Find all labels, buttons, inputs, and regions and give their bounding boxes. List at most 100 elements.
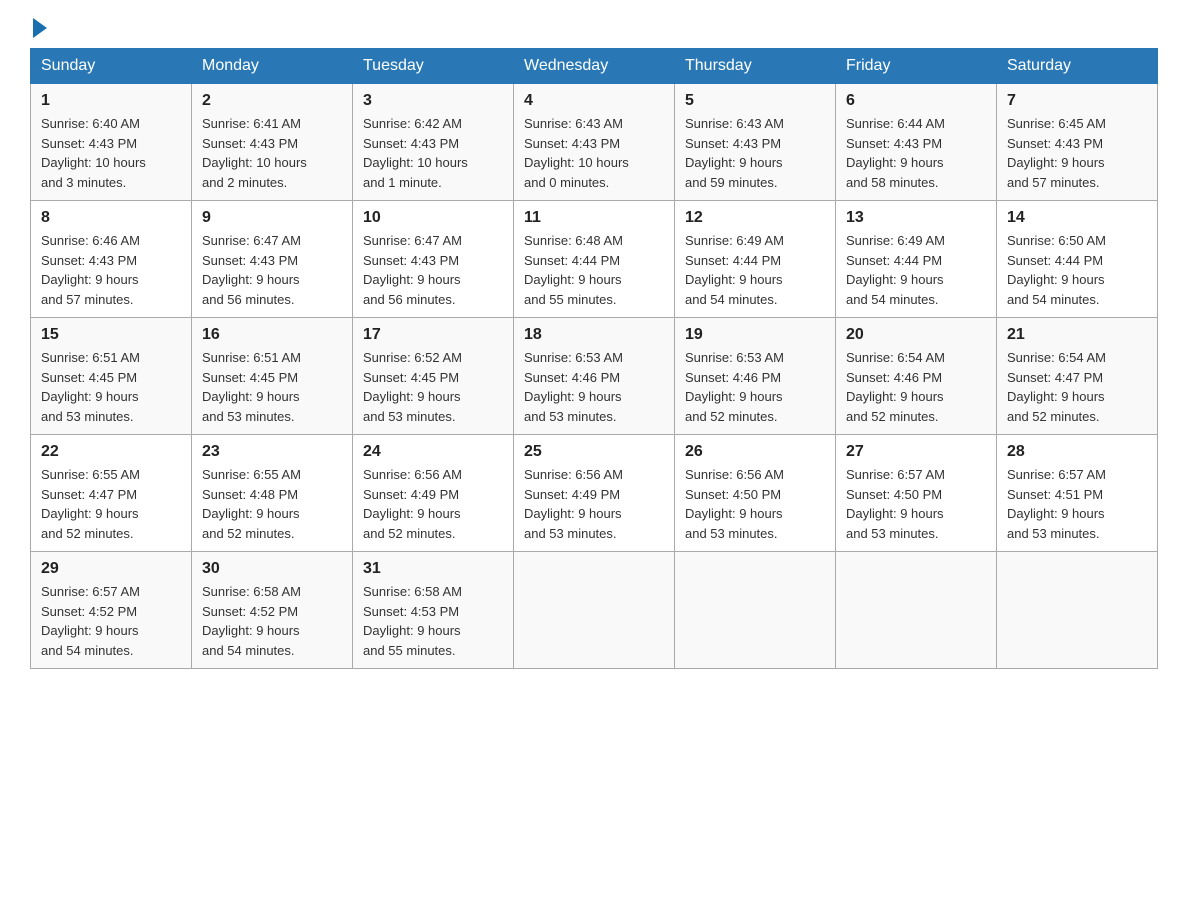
calendar-cell: 2Sunrise: 6:41 AMSunset: 4:43 PMDaylight… <box>192 84 353 201</box>
calendar-cell <box>514 552 675 669</box>
day-number: 13 <box>846 209 986 227</box>
day-number: 21 <box>1007 326 1147 344</box>
calendar-cell: 5 Sunrise: 6:43 AMSunset: 4:43 PMDaylight… <box>675 84 836 201</box>
calendar-cell: 30 Sunrise: 6:58 AMSunset: 4:52 PMDayligh… <box>192 552 353 669</box>
day-info: Sunrise: 6:49 AMSunset: 4:44 PMDaylight:… <box>846 231 986 309</box>
day-info: Sunrise: 6:50 AMSunset: 4:44 PMDaylight:… <box>1007 231 1147 309</box>
day-number: 22 <box>41 443 181 461</box>
calendar-cell: 9 Sunrise: 6:47 AMSunset: 4:43 PMDaylight… <box>192 201 353 318</box>
day-info: Sunrise: 6:47 AMSunset: 4:43 PMDaylight:… <box>363 231 503 309</box>
day-info: Sunrise: 6:58 AMSunset: 4:52 PMDaylight:… <box>202 582 342 660</box>
calendar-week-row: 1 Sunrise: 6:40 AMSunset: 4:43 PMDaylight… <box>31 84 1158 201</box>
calendar-cell: 19Sunrise: 6:53 AMSunset: 4:46 PMDayligh… <box>675 318 836 435</box>
day-info: Sunrise: 6:49 AMSunset: 4:44 PMDaylight:… <box>685 231 825 309</box>
calendar-cell: 20 Sunrise: 6:54 AMSunset: 4:46 PMDayligh… <box>836 318 997 435</box>
day-info: Sunrise: 6:57 AMSunset: 4:50 PMDaylight:… <box>846 465 986 543</box>
day-info: Sunrise: 6:54 AMSunset: 4:46 PMDaylight:… <box>846 348 986 426</box>
day-info: Sunrise: 6:55 AMSunset: 4:47 PMDaylight:… <box>41 465 181 543</box>
day-number: 15 <box>41 326 181 344</box>
logo-triangle-icon <box>33 18 47 38</box>
calendar-cell: 21 Sunrise: 6:54 AMSunset: 4:47 PMDayligh… <box>997 318 1158 435</box>
day-number: 18 <box>524 326 664 344</box>
calendar-cell: 27 Sunrise: 6:57 AMSunset: 4:50 PMDayligh… <box>836 435 997 552</box>
calendar-cell: 16 Sunrise: 6:51 AMSunset: 4:45 PMDayligh… <box>192 318 353 435</box>
day-info: Sunrise: 6:40 AMSunset: 4:43 PMDaylight:… <box>41 114 181 192</box>
calendar-cell: 12Sunrise: 6:49 AMSunset: 4:44 PMDayligh… <box>675 201 836 318</box>
day-info: Sunrise: 6:57 AMSunset: 4:51 PMDaylight:… <box>1007 465 1147 543</box>
day-info: Sunrise: 6:56 AMSunset: 4:50 PMDaylight:… <box>685 465 825 543</box>
day-number: 25 <box>524 443 664 461</box>
calendar-cell <box>997 552 1158 669</box>
day-info: Sunrise: 6:51 AMSunset: 4:45 PMDaylight:… <box>202 348 342 426</box>
logo <box>30 20 47 38</box>
day-info: Sunrise: 6:53 AMSunset: 4:46 PMDaylight:… <box>524 348 664 426</box>
day-number: 9 <box>202 209 342 227</box>
calendar-cell <box>675 552 836 669</box>
day-info: Sunrise: 6:54 AMSunset: 4:47 PMDaylight:… <box>1007 348 1147 426</box>
day-number: 4 <box>524 92 664 110</box>
day-number: 6 <box>846 92 986 110</box>
day-info: Sunrise: 6:48 AMSunset: 4:44 PMDaylight:… <box>524 231 664 309</box>
day-number: 7 <box>1007 92 1147 110</box>
calendar-cell: 24Sunrise: 6:56 AMSunset: 4:49 PMDayligh… <box>353 435 514 552</box>
day-number: 27 <box>846 443 986 461</box>
calendar-cell: 1 Sunrise: 6:40 AMSunset: 4:43 PMDaylight… <box>31 84 192 201</box>
calendar-cell: 13 Sunrise: 6:49 AMSunset: 4:44 PMDayligh… <box>836 201 997 318</box>
calendar-week-row: 22 Sunrise: 6:55 AMSunset: 4:47 PMDayligh… <box>31 435 1158 552</box>
day-info: Sunrise: 6:55 AMSunset: 4:48 PMDaylight:… <box>202 465 342 543</box>
calendar-cell: 18 Sunrise: 6:53 AMSunset: 4:46 PMDayligh… <box>514 318 675 435</box>
calendar-cell: 14 Sunrise: 6:50 AMSunset: 4:44 PMDayligh… <box>997 201 1158 318</box>
calendar-cell: 22 Sunrise: 6:55 AMSunset: 4:47 PMDayligh… <box>31 435 192 552</box>
calendar-cell: 23 Sunrise: 6:55 AMSunset: 4:48 PMDayligh… <box>192 435 353 552</box>
col-header-saturday: Saturday <box>997 49 1158 84</box>
day-number: 31 <box>363 560 503 578</box>
day-number: 30 <box>202 560 342 578</box>
calendar-cell: 31 Sunrise: 6:58 AMSunset: 4:53 PMDayligh… <box>353 552 514 669</box>
day-info: Sunrise: 6:44 AMSunset: 4:43 PMDaylight:… <box>846 114 986 192</box>
col-header-tuesday: Tuesday <box>353 49 514 84</box>
calendar-cell: 25Sunrise: 6:56 AMSunset: 4:49 PMDayligh… <box>514 435 675 552</box>
day-number: 5 <box>685 92 825 110</box>
col-header-sunday: Sunday <box>31 49 192 84</box>
calendar-table: SundayMondayTuesdayWednesdayThursdayFrid… <box>30 48 1158 669</box>
day-info: Sunrise: 6:45 AMSunset: 4:43 PMDaylight:… <box>1007 114 1147 192</box>
col-header-monday: Monday <box>192 49 353 84</box>
calendar-cell: 4 Sunrise: 6:43 AMSunset: 4:43 PMDaylight… <box>514 84 675 201</box>
calendar-cell: 28Sunrise: 6:57 AMSunset: 4:51 PMDayligh… <box>997 435 1158 552</box>
calendar-cell: 6 Sunrise: 6:44 AMSunset: 4:43 PMDaylight… <box>836 84 997 201</box>
day-number: 8 <box>41 209 181 227</box>
day-number: 3 <box>363 92 503 110</box>
col-header-thursday: Thursday <box>675 49 836 84</box>
day-info: Sunrise: 6:52 AMSunset: 4:45 PMDaylight:… <box>363 348 503 426</box>
day-info: Sunrise: 6:57 AMSunset: 4:52 PMDaylight:… <box>41 582 181 660</box>
calendar-header-row: SundayMondayTuesdayWednesdayThursdayFrid… <box>31 49 1158 84</box>
day-number: 23 <box>202 443 342 461</box>
day-number: 11 <box>524 209 664 227</box>
day-info: Sunrise: 6:53 AMSunset: 4:46 PMDaylight:… <box>685 348 825 426</box>
col-header-friday: Friday <box>836 49 997 84</box>
calendar-cell: 8 Sunrise: 6:46 AMSunset: 4:43 PMDaylight… <box>31 201 192 318</box>
day-number: 26 <box>685 443 825 461</box>
calendar-week-row: 8 Sunrise: 6:46 AMSunset: 4:43 PMDaylight… <box>31 201 1158 318</box>
calendar-cell <box>836 552 997 669</box>
day-number: 20 <box>846 326 986 344</box>
day-info: Sunrise: 6:41 AMSunset: 4:43 PMDaylight:… <box>202 114 342 192</box>
calendar-cell: 3Sunrise: 6:42 AMSunset: 4:43 PMDaylight… <box>353 84 514 201</box>
day-number: 1 <box>41 92 181 110</box>
day-info: Sunrise: 6:46 AMSunset: 4:43 PMDaylight:… <box>41 231 181 309</box>
day-number: 17 <box>363 326 503 344</box>
calendar-cell: 11 Sunrise: 6:48 AMSunset: 4:44 PMDayligh… <box>514 201 675 318</box>
calendar-cell: 15 Sunrise: 6:51 AMSunset: 4:45 PMDayligh… <box>31 318 192 435</box>
day-number: 24 <box>363 443 503 461</box>
day-info: Sunrise: 6:47 AMSunset: 4:43 PMDaylight:… <box>202 231 342 309</box>
calendar-cell: 7 Sunrise: 6:45 AMSunset: 4:43 PMDaylight… <box>997 84 1158 201</box>
day-number: 16 <box>202 326 342 344</box>
calendar-cell: 26 Sunrise: 6:56 AMSunset: 4:50 PMDayligh… <box>675 435 836 552</box>
day-info: Sunrise: 6:58 AMSunset: 4:53 PMDaylight:… <box>363 582 503 660</box>
day-number: 14 <box>1007 209 1147 227</box>
day-info: Sunrise: 6:51 AMSunset: 4:45 PMDaylight:… <box>41 348 181 426</box>
calendar-cell: 29Sunrise: 6:57 AMSunset: 4:52 PMDayligh… <box>31 552 192 669</box>
calendar-week-row: 15 Sunrise: 6:51 AMSunset: 4:45 PMDayligh… <box>31 318 1158 435</box>
day-info: Sunrise: 6:43 AMSunset: 4:43 PMDaylight:… <box>685 114 825 192</box>
day-info: Sunrise: 6:43 AMSunset: 4:43 PMDaylight:… <box>524 114 664 192</box>
